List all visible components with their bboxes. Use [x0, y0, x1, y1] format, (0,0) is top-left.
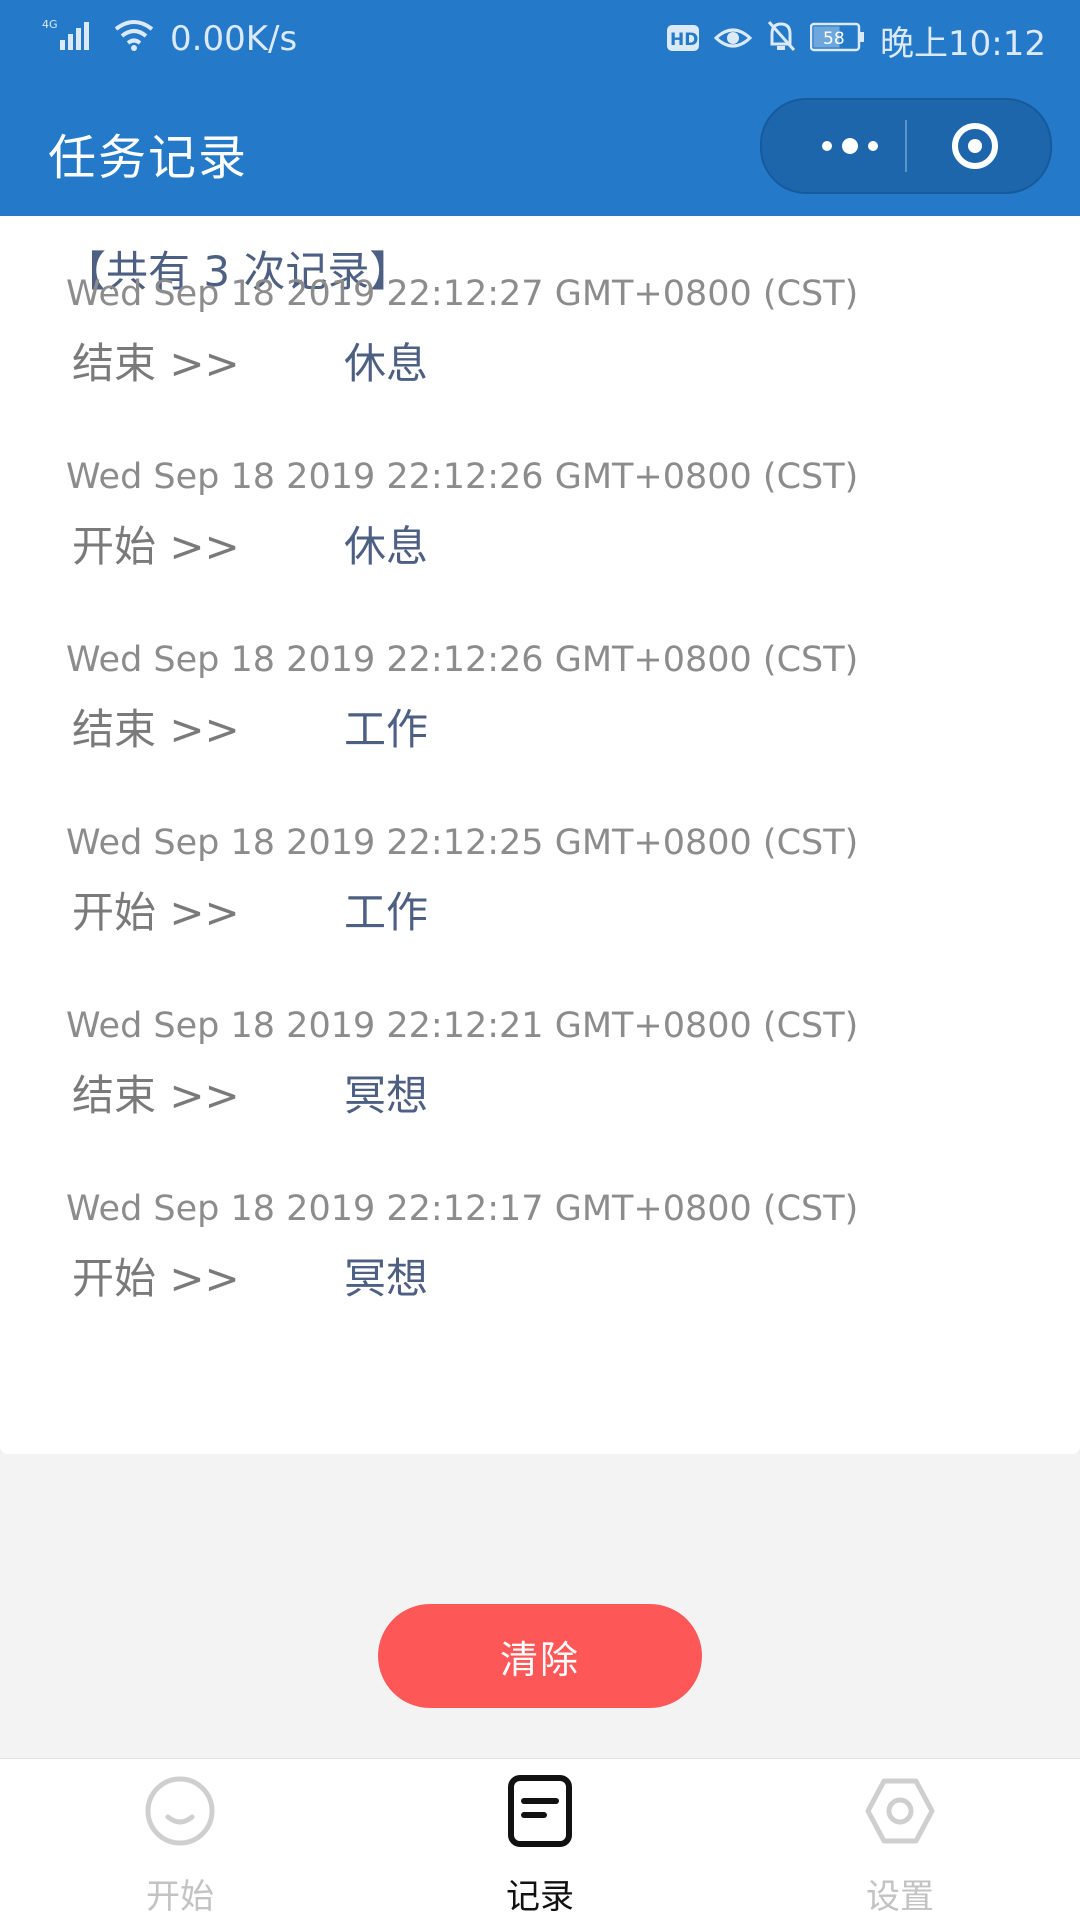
wifi-icon	[112, 17, 156, 60]
record-task: 休息	[344, 522, 429, 571]
list-item: Wed Sep 18 2019 22:12:21 GMT+0800 (CST) …	[66, 1006, 966, 1156]
clear-button[interactable]: 清除	[378, 1604, 702, 1708]
record-icon	[504, 1775, 576, 1847]
record-time: Wed Sep 18 2019 22:12:26 GMT+0800 (CST)	[66, 640, 859, 680]
more-menu-button[interactable]	[800, 130, 900, 162]
tab-records[interactable]: 记录	[440, 1775, 640, 1917]
record-time: Wed Sep 18 2019 22:12:26 GMT+0800 (CST)	[66, 457, 859, 497]
status-bar: 4G 0.00K/s HD 58 晚上10:12	[0, 0, 1080, 74]
svg-text:HD: HD	[670, 30, 698, 50]
records-card: 【共有 3 次记录】 Wed Sep 18 2019 22:12:27 GMT+…	[0, 216, 1080, 1454]
hexagon-settings-icon	[864, 1775, 936, 1847]
tab-label: 设置	[866, 1877, 934, 1917]
list-item: Wed Sep 18 2019 22:12:26 GMT+0800 (CST) …	[66, 457, 966, 607]
record-time: Wed Sep 18 2019 22:12:27 GMT+0800 (CST)	[66, 274, 859, 314]
clock: 晚上10:12	[880, 24, 1046, 64]
status-left: 4G 0.00K/s	[42, 16, 297, 61]
svg-text:4G: 4G	[42, 18, 58, 31]
mini-program-capsule	[760, 98, 1052, 194]
record-time: Wed Sep 18 2019 22:12:25 GMT+0800 (CST)	[66, 823, 859, 863]
record-action: 开始 >>	[72, 888, 240, 937]
record-action: 结束 >>	[72, 1071, 240, 1120]
tab-settings[interactable]: 设置	[800, 1775, 1000, 1917]
list-item: Wed Sep 18 2019 22:12:26 GMT+0800 (CST) …	[66, 640, 966, 790]
record-action: 开始 >>	[72, 522, 240, 571]
list-item: Wed Sep 18 2019 22:12:17 GMT+0800 (CST) …	[66, 1189, 966, 1339]
signal-icon: 4G	[42, 16, 98, 61]
tab-start[interactable]: 开始	[80, 1775, 280, 1917]
record-task: 冥想	[344, 1254, 429, 1303]
more-icon	[822, 141, 832, 151]
record-task: 休息	[344, 339, 429, 388]
record-task: 工作	[344, 705, 429, 754]
eye-icon	[713, 21, 753, 61]
smile-icon	[144, 1775, 216, 1847]
tab-label: 记录	[506, 1877, 574, 1917]
navigation-bar: 任务记录	[0, 74, 1080, 216]
tab-bar: 开始 记录 设置	[0, 1758, 1080, 1921]
record-time: Wed Sep 18 2019 22:12:21 GMT+0800 (CST)	[66, 1006, 859, 1046]
record-time: Wed Sep 18 2019 22:12:17 GMT+0800 (CST)	[66, 1189, 859, 1229]
status-right: HD 58 晚上10:12	[666, 16, 1046, 65]
mute-bell-icon	[766, 20, 796, 61]
record-action: 结束 >>	[72, 705, 240, 754]
network-speed: 0.00K/s	[170, 18, 298, 59]
record-task: 工作	[344, 888, 429, 937]
list-item: Wed Sep 18 2019 22:12:25 GMT+0800 (CST) …	[66, 823, 966, 973]
tab-label: 开始	[146, 1877, 214, 1917]
svg-text:58: 58	[823, 29, 845, 49]
capsule-divider	[905, 120, 907, 172]
record-action: 开始 >>	[72, 1254, 240, 1303]
record-task: 冥想	[344, 1071, 429, 1120]
list-item: Wed Sep 18 2019 22:12:27 GMT+0800 (CST) …	[66, 274, 966, 424]
battery-icon: 58	[809, 21, 866, 61]
more-icon-dot	[842, 138, 858, 154]
hd-icon: HD	[666, 21, 700, 61]
record-action: 结束 >>	[72, 339, 240, 388]
page-title: 任务记录	[48, 130, 249, 186]
close-target-icon[interactable]	[952, 123, 998, 169]
more-icon-dot	[868, 141, 878, 151]
